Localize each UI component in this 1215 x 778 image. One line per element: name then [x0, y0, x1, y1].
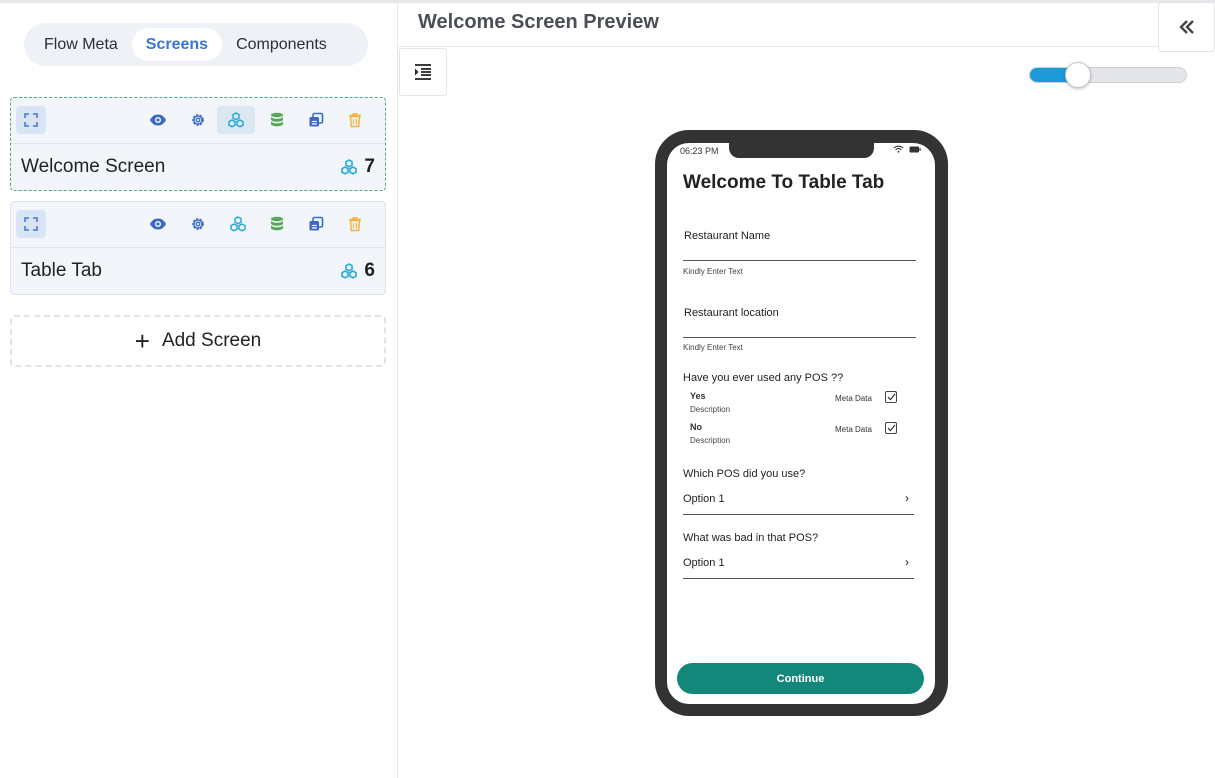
phone-screen-title: Welcome To Table Tab [683, 172, 885, 193]
preview-button[interactable] [143, 106, 173, 134]
card-toolbar [11, 202, 385, 248]
indent-icon [415, 64, 431, 80]
field-hint: Kindly Enter Text [683, 343, 743, 352]
components-button[interactable] [217, 106, 255, 134]
left-panel: Flow Meta Screens Components Welcome Scr… [0, 3, 398, 778]
eye-icon [150, 114, 166, 126]
settings-button[interactable] [183, 210, 213, 238]
tab-flow-meta[interactable]: Flow Meta [30, 28, 132, 61]
settings-button[interactable] [183, 106, 213, 134]
database-button[interactable] [262, 210, 292, 238]
component-count: 7 [340, 156, 375, 178]
duplicate-button[interactable] [301, 210, 331, 238]
option-meta: Meta Data [835, 394, 872, 403]
status-time: 06:23 PM [680, 146, 719, 156]
preview-panel: Welcome Screen Preview 06:23 PM Welcome … [398, 2, 1215, 778]
eye-icon [150, 218, 166, 230]
gear-icon [192, 218, 204, 230]
option-checkbox-no[interactable] [885, 422, 897, 434]
screen-name: Welcome Screen [21, 156, 166, 177]
screen-card-table-tab[interactable]: Table Tab 6 [10, 201, 386, 295]
card-title-row: Table Tab 6 [11, 248, 385, 294]
tab-screens[interactable]: Screens [131, 28, 223, 61]
option-title: Yes [690, 391, 706, 401]
expand-icon [24, 217, 38, 231]
duplicate-button[interactable] [301, 106, 331, 134]
component-count-value: 6 [364, 260, 375, 281]
option-title: No [690, 422, 702, 432]
card-toolbar [11, 98, 385, 144]
select-label: Which POS did you use? [683, 468, 806, 480]
delete-button[interactable] [340, 106, 370, 134]
card-title-row: Welcome Screen 7 [11, 144, 385, 190]
continue-button[interactable]: Continue [677, 663, 924, 694]
delete-button[interactable] [340, 210, 370, 238]
add-screen-button[interactable]: + Add Screen [10, 315, 386, 367]
indent-button[interactable] [399, 48, 447, 96]
components-icon [341, 263, 358, 279]
chevron-right-icon[interactable]: › [905, 555, 909, 569]
field-hint: Kindly Enter Text [683, 267, 743, 276]
field-label: Restaurant Name [684, 230, 771, 242]
collapse-button[interactable] [1158, 2, 1215, 52]
zoom-slider-knob[interactable] [1065, 62, 1091, 88]
field-label: Restaurant location [684, 307, 779, 319]
zoom-slider[interactable] [1029, 62, 1187, 88]
expand-button[interactable] [16, 210, 46, 238]
select-label: What was bad in that POS? [683, 532, 819, 544]
expand-button[interactable] [16, 106, 46, 134]
phone-frame: 06:23 PM Welcome To Table Tab Restaurant… [655, 130, 948, 716]
screen-card-welcome[interactable]: Welcome Screen 7 [10, 97, 386, 191]
question-label: Have you ever used any POS ?? [683, 372, 844, 384]
select-underline [683, 578, 914, 579]
phone-notch [729, 143, 874, 158]
components-icon [230, 216, 246, 232]
tab-components[interactable]: Components [222, 28, 341, 61]
component-count-value: 7 [364, 156, 375, 177]
app: Flow Meta Screens Components Welcome Scr… [0, 0, 1215, 778]
preview-button[interactable] [143, 210, 173, 238]
components-icon [228, 112, 244, 128]
double-chevron-left-icon [1178, 20, 1194, 34]
component-count: 6 [340, 260, 375, 282]
trash-icon [349, 113, 361, 128]
chevron-right-icon[interactable]: › [905, 491, 909, 505]
preview-title: Welcome Screen Preview [418, 11, 659, 33]
select-value[interactable]: Option 1 [683, 493, 725, 505]
database-icon [271, 216, 283, 231]
plus-icon: + [134, 326, 150, 356]
option-description: Description [690, 405, 731, 414]
select-value[interactable]: Option 1 [683, 557, 725, 569]
trash-icon [349, 217, 361, 232]
duplicate-icon [309, 112, 324, 127]
wifi-icon [893, 145, 904, 153]
restaurant-name-input[interactable] [683, 260, 916, 261]
header-divider [398, 46, 1158, 47]
database-icon [271, 112, 283, 127]
option-meta: Meta Data [835, 425, 872, 434]
duplicate-icon [309, 216, 324, 231]
gear-icon [192, 114, 204, 126]
battery-icon [909, 146, 921, 152]
screen-name: Table Tab [21, 260, 102, 281]
expand-icon [24, 113, 38, 127]
components-button[interactable] [223, 210, 253, 238]
database-button[interactable] [262, 106, 292, 134]
check-icon [887, 424, 895, 432]
select-underline [683, 514, 914, 515]
phone-screen: 06:23 PM Welcome To Table Tab Restaurant… [667, 143, 935, 704]
add-screen-label: Add Screen [161, 330, 262, 351]
check-icon [887, 393, 895, 401]
status-icons [893, 145, 921, 153]
tab-bar: Flow Meta Screens Components [24, 23, 368, 66]
components-icon [341, 159, 358, 175]
option-description: Description [690, 436, 731, 445]
restaurant-location-input[interactable] [683, 337, 916, 338]
option-checkbox-yes[interactable] [885, 391, 897, 403]
